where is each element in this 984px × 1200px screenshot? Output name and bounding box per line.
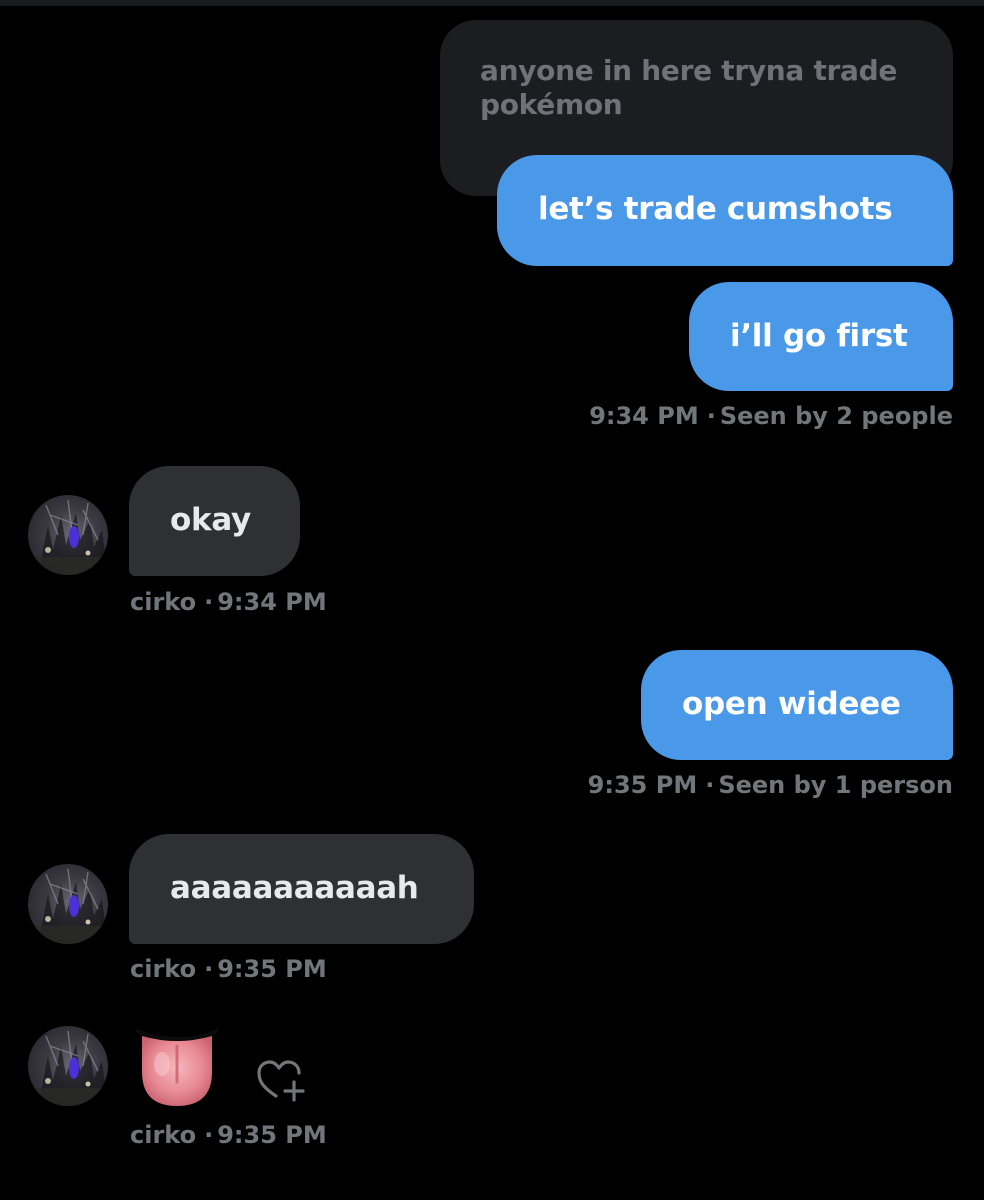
separator-dot: · — [705, 771, 715, 799]
top-divider — [0, 0, 984, 6]
timestamp: 9:34 PM — [589, 402, 699, 430]
separator-dot: · — [706, 402, 716, 430]
received-message-bubble[interactable]: aaaaaaaaaaah — [129, 834, 474, 944]
timestamp: 9:35 PM — [587, 771, 698, 799]
message-meta: 9:34 PM · Seen by 2 people — [589, 402, 953, 430]
sent-message-bubble[interactable]: i’ll go first — [689, 282, 953, 391]
timestamp: 9:34 PM — [217, 588, 327, 616]
timestamp: 9:35 PM — [217, 1121, 327, 1149]
message-text: let’s trade cumshots — [538, 191, 893, 227]
sender-name[interactable]: cirko — [130, 955, 196, 983]
add-reaction-heart-icon[interactable] — [256, 1058, 308, 1108]
separator-dot: · — [204, 1121, 214, 1149]
sent-message-bubble[interactable]: let’s trade cumshots — [497, 155, 953, 266]
heart-plus-icon — [257, 1060, 305, 1102]
avatar-image — [28, 499, 108, 575]
separator-dot: · — [204, 588, 214, 616]
received-message-bubble[interactable]: okay — [129, 466, 300, 576]
avatar-image — [28, 1030, 108, 1106]
tongue-emoji-icon — [134, 1028, 220, 1106]
quoted-message-text: anyone in here tryna trade pokémon — [480, 54, 898, 121]
message-meta: cirko · 9:35 PM — [130, 1121, 327, 1149]
message-text: aaaaaaaaaaah — [170, 870, 419, 906]
tongue-emoji-message[interactable] — [132, 1024, 222, 1114]
seen-status[interactable]: Seen by 2 people — [720, 402, 953, 430]
seen-status[interactable]: Seen by 1 person — [718, 771, 953, 799]
timestamp: 9:35 PM — [217, 955, 327, 983]
message-meta: cirko · 9:35 PM — [130, 955, 327, 983]
separator-dot: · — [204, 955, 214, 983]
sender-name[interactable]: cirko — [130, 1121, 196, 1149]
avatar-image — [28, 868, 108, 944]
user-avatar[interactable] — [28, 864, 108, 944]
sent-message-bubble[interactable]: open wideee — [641, 650, 953, 760]
sender-name[interactable]: cirko — [130, 588, 196, 616]
user-avatar[interactable] — [28, 1026, 108, 1106]
message-text: open wideee — [682, 686, 901, 722]
message-text: okay — [170, 502, 251, 538]
message-meta: cirko · 9:34 PM — [130, 588, 327, 616]
message-text: i’ll go first — [730, 318, 908, 354]
message-meta: 9:35 PM · Seen by 1 person — [588, 771, 953, 799]
user-avatar[interactable] — [28, 495, 108, 575]
